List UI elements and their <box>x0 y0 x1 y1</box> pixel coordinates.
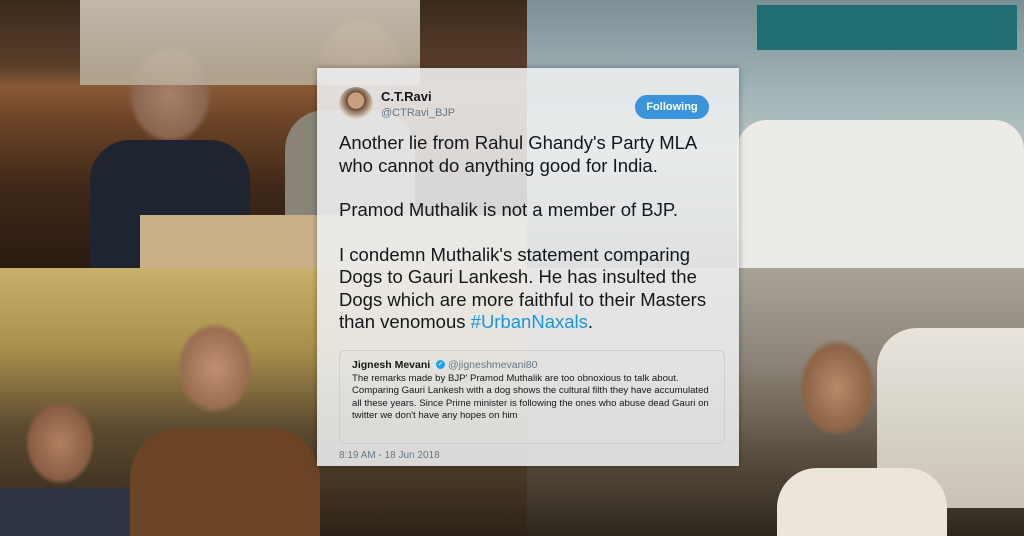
hashtag-link[interactable]: #UrbanNaxals <box>471 311 588 332</box>
tweet-paragraph: Another lie from Rahul Ghandy's Party ML… <box>339 132 697 176</box>
crowd <box>737 120 1024 268</box>
tweet-timestamp[interactable]: 8:19 AM - 18 Jun 2018 <box>339 450 440 461</box>
person-in-vest <box>130 428 320 536</box>
tweet-paragraph: Pramod Muthalik is not a member of BJP. <box>339 199 678 220</box>
quote-author-name: Jignesh Mevani <box>352 359 431 371</box>
quote-author-handle: @jigneshmevani80 <box>448 359 538 371</box>
author-handle[interactable]: @CTRavi_BJP <box>381 107 455 119</box>
person-foreground <box>0 488 130 536</box>
person-white-shirt <box>777 468 947 536</box>
quoted-tweet[interactable]: Jignesh Mevani ✓ @jigneshmevani80 The re… <box>339 350 725 444</box>
arrivals-sign <box>757 5 1017 50</box>
following-button[interactable]: Following <box>635 95 709 119</box>
tweet-text: Another lie from Rahul Ghandy's Party ML… <box>339 132 729 334</box>
verified-badge-icon: ✓ <box>436 360 445 369</box>
avatar[interactable] <box>339 87 373 121</box>
quote-text: The remarks made by BJP' Pramod Muthalik… <box>352 373 709 421</box>
tweet-paragraph: I condemn Muthalik's statement comparing… <box>339 244 729 334</box>
author-name[interactable]: C.T.Ravi <box>381 89 432 104</box>
paragraph-end: . <box>587 311 594 332</box>
tweet-card: C.T.Ravi @CTRavi_BJP Following Another l… <box>317 68 739 466</box>
